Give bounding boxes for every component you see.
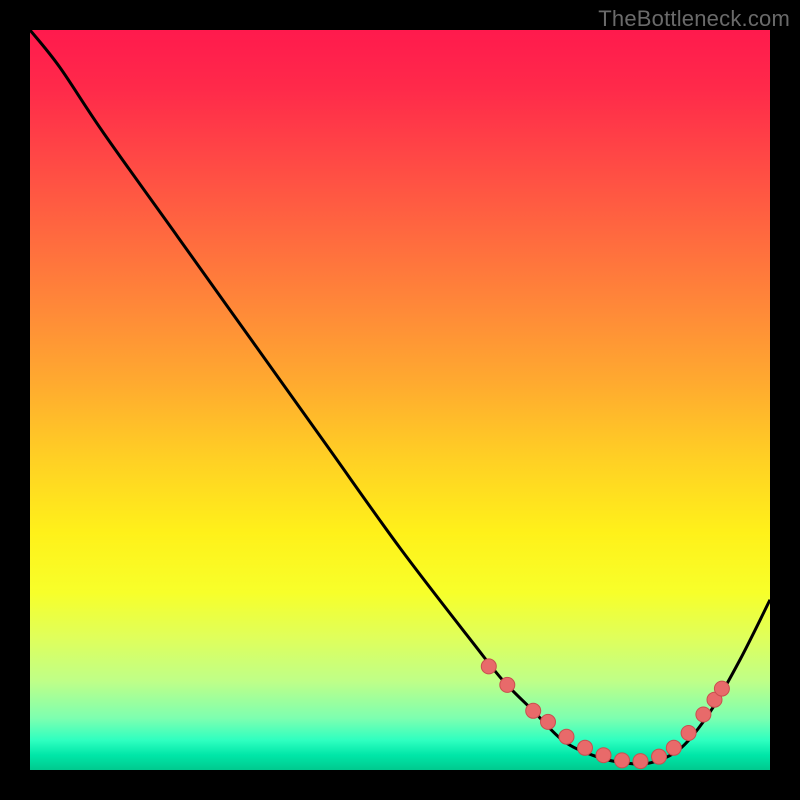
marker-dot bbox=[615, 753, 630, 768]
marker-dot bbox=[526, 703, 541, 718]
watermark-text: TheBottleneck.com bbox=[598, 6, 790, 32]
marker-dot bbox=[696, 707, 711, 722]
marker-dot bbox=[481, 659, 496, 674]
bottleneck-curve bbox=[30, 30, 770, 764]
marker-dot bbox=[559, 729, 574, 744]
marker-dot bbox=[633, 754, 648, 769]
curve-layer bbox=[30, 30, 770, 770]
marker-dot bbox=[596, 748, 611, 763]
marker-dot bbox=[666, 740, 681, 755]
chart-stage: TheBottleneck.com bbox=[0, 0, 800, 800]
marker-dot bbox=[578, 740, 593, 755]
marker-dot bbox=[652, 749, 667, 764]
optimal-range-markers bbox=[481, 659, 729, 769]
plot-area bbox=[30, 30, 770, 770]
marker-dot bbox=[714, 681, 729, 696]
marker-dot bbox=[500, 677, 515, 692]
marker-dot bbox=[681, 726, 696, 741]
marker-dot bbox=[541, 714, 556, 729]
